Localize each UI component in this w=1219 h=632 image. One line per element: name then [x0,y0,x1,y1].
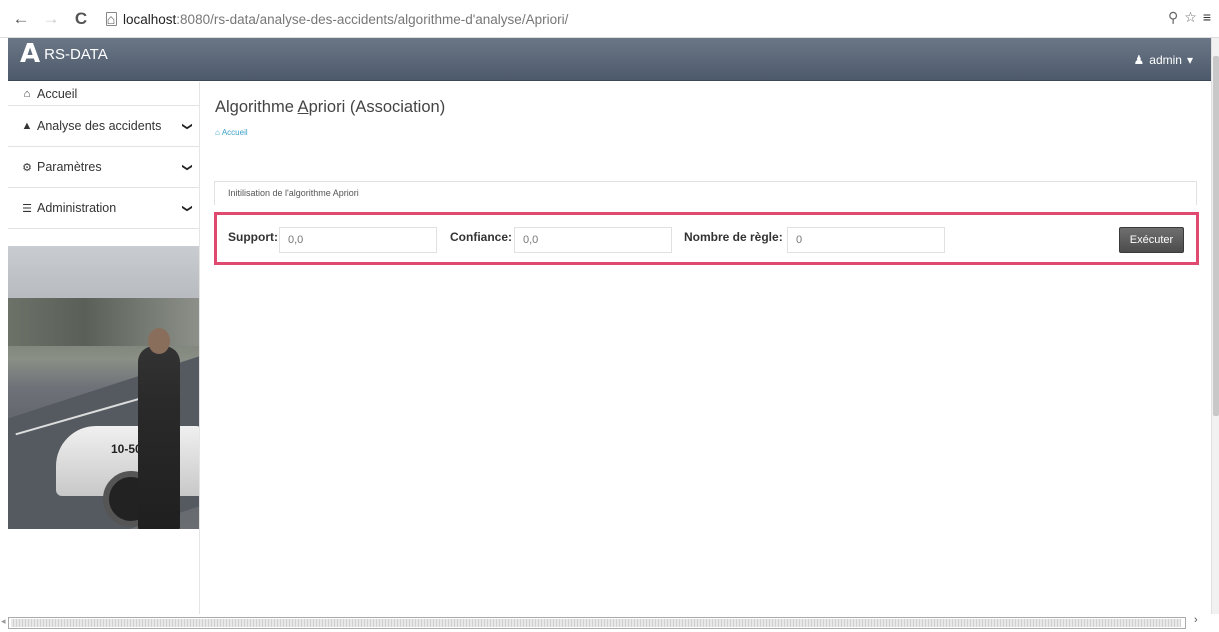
sidebar-item-parametres[interactable]: ⚙ Paramètres ❯ [8,147,199,188]
chart-icon: ▲ [21,120,33,132]
title-part: A [297,98,309,116]
title-part: Algorithme [215,98,298,116]
apriori-form: Support: Confiance: Nombre de règle: Exé… [214,212,1199,265]
panel-heading: Initilisation de l'algorithme Apriori [214,181,1197,205]
execute-button[interactable]: Exécuter [1119,227,1184,253]
caret-down-icon: ▾ [1186,53,1193,67]
confiance-label: Confiance: [450,230,513,244]
sidebar-item-label: Analyse des accidents [37,119,162,133]
support-input[interactable] [279,227,437,253]
page-icon [106,12,117,26]
brand-logo: A [20,39,41,69]
user-icon: ♟ [1133,53,1145,67]
url-host: localhost [123,11,177,27]
address-bar[interactable]: localhost:8080/rs-data/analyse-des-accid… [106,7,1201,31]
home-icon: ⌂ [215,128,220,137]
scroll-right-icon[interactable]: › [1194,614,1198,626]
app-header: A RS-DATA ♟ admin ▾ [8,38,1211,81]
rule-count-input[interactable] [787,227,945,253]
reload-icon[interactable]: C [72,9,90,29]
user-menu[interactable]: ♟ admin ▾ [1134,53,1193,67]
url-path: :8080/rs-data/analyse-des-accidents/algo… [176,11,569,27]
sidebar-item-accueil[interactable]: ⌂ Accueil [8,82,199,106]
breadcrumb-accueil[interactable]: Accueil [222,128,248,137]
sidebar-item-label: Accueil [37,86,78,101]
horizontal-scrollbar[interactable] [8,617,1186,629]
users-icon: ☰ [22,202,32,215]
scroll-left-icon[interactable]: ◂ [1,616,6,627]
vertical-scroll-thumb[interactable] [1213,56,1219,416]
home-icon: ⌂ [23,87,31,100]
sidebar-item-label: Administration [37,201,117,215]
sidebar: ⌂ Accueil ▲ Analyse des accidents ❯ ⚙ Pa… [8,82,200,614]
browser-toolbar: ← → C ⌂ localhost:8080/rs-data/analyse-d… [0,0,1219,38]
back-icon[interactable]: ← [12,9,30,29]
chevron-down-icon: ❯ [181,162,193,172]
brand-name: RS-DATA [44,45,108,63]
support-label: Support: [228,230,278,244]
chevron-down-icon: ❯ [181,203,193,213]
brand[interactable]: A RS-DATA [20,40,108,68]
page-title: Algorithme Apriori (Association) [215,98,445,117]
forward-icon[interactable]: → [42,9,60,29]
rule-count-label: Nombre de règle: [684,230,783,244]
sidebar-item-analyse[interactable]: ▲ Analyse des accidents ❯ [8,106,199,147]
main-content: Algorithme Apriori (Association) ⌂ Accue… [200,82,1203,614]
browser-menu-icon[interactable]: ≡ [1203,9,1211,26]
user-name: admin [1149,53,1182,67]
chevron-down-icon: ❯ [181,121,193,131]
breadcrumb: ⌂ Accueil [215,128,248,137]
zoom-icon[interactable]: ⚲ [1168,9,1178,26]
title-part: priori (Association) [308,98,446,116]
vertical-scrollbar[interactable] [1211,38,1219,614]
confiance-input[interactable] [514,227,672,253]
horizontal-scroll-thumb[interactable] [11,619,1181,627]
sidebar-item-administration[interactable]: ☰ Administration ❯ [8,188,199,229]
sidebar-item-label: Paramètres [37,160,102,174]
sidebar-photo: 10-50 [8,246,199,529]
bookmark-star-icon[interactable]: ☆ [1184,9,1197,26]
gears-icon: ⚙ [22,161,32,174]
